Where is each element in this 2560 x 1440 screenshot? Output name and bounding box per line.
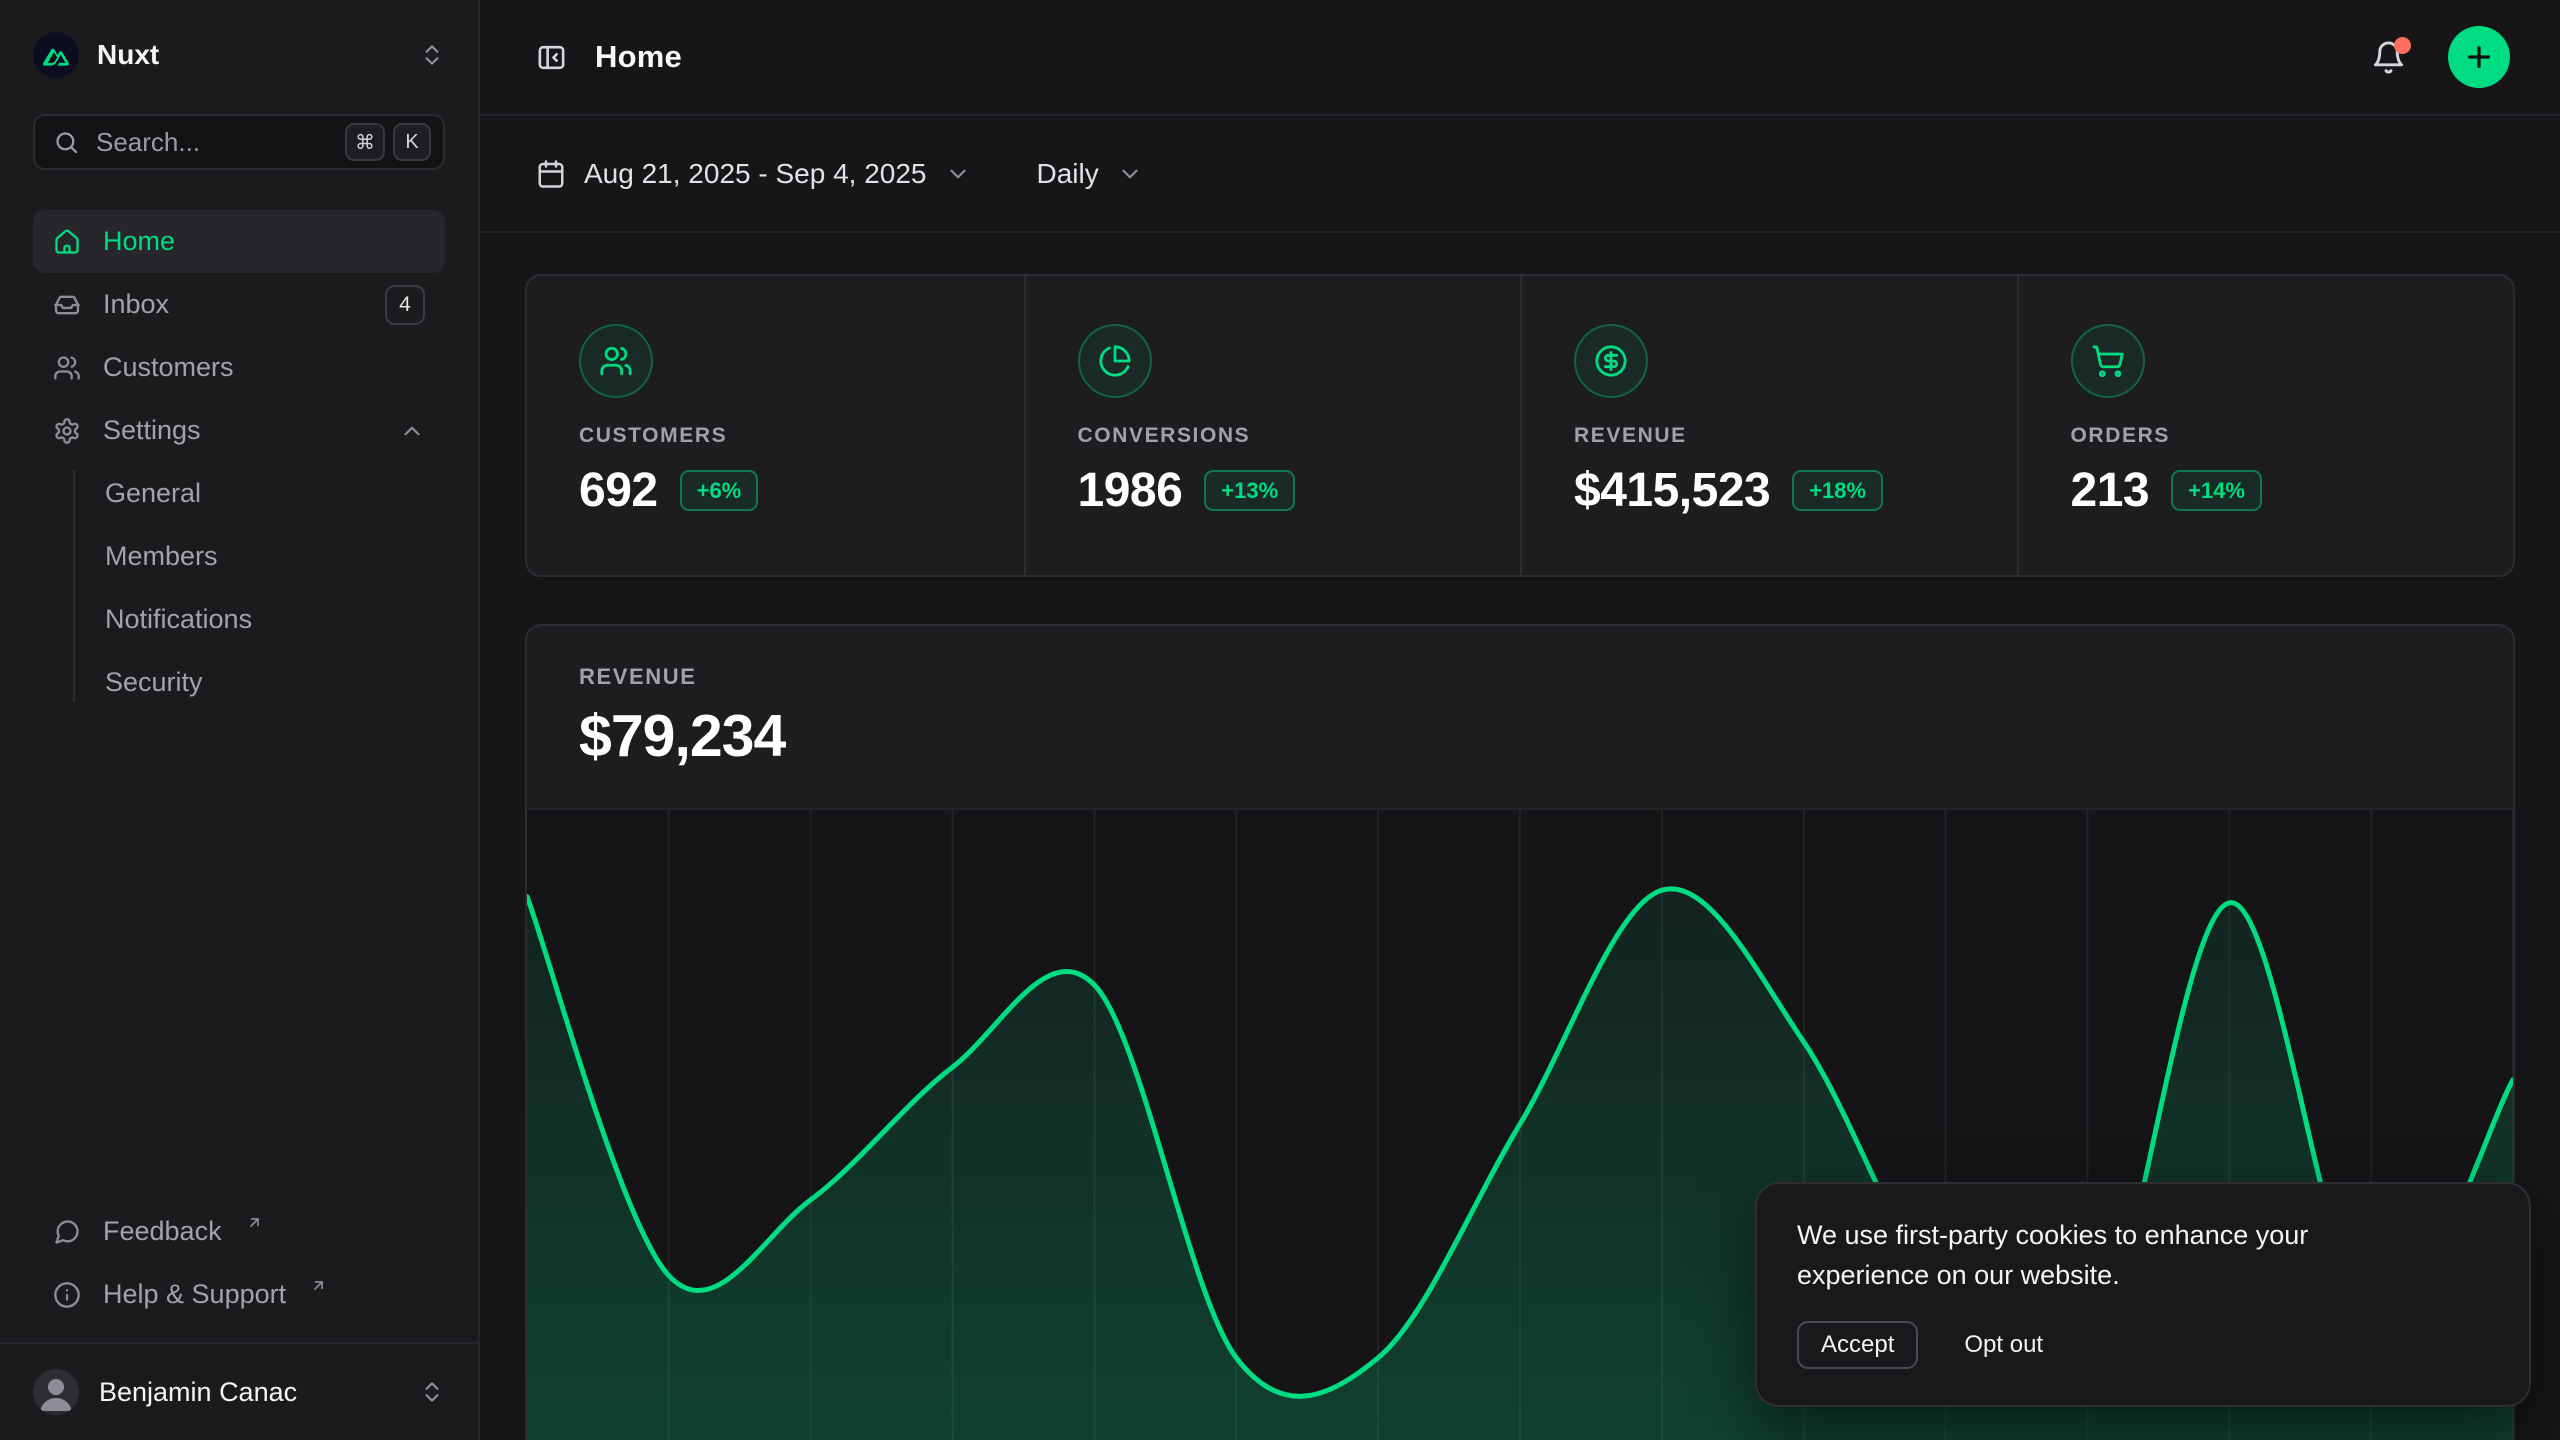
sidebar-item-label: Home: [103, 226, 175, 257]
sidebar-item-help-support[interactable]: Help & Support: [33, 1263, 445, 1326]
stat-label: CUSTOMERS: [579, 424, 727, 448]
sidebar-item-customers[interactable]: Customers: [33, 336, 445, 399]
sidebar-item-label: Settings: [103, 415, 201, 446]
sub-item-label: Notifications: [105, 604, 252, 635]
granularity-label: Daily: [1037, 158, 1099, 190]
stat-revenue[interactable]: REVENUE $415,523 +18%: [1520, 276, 2017, 575]
inbox-icon: [53, 291, 81, 319]
stat-value: 692: [579, 463, 658, 518]
filterbar: Aug 21, 2025 - Sep 4, 2025 Daily: [480, 116, 2560, 233]
workspace-name: Nuxt: [97, 39, 159, 71]
settings-subnav: General Members Notifications Security: [33, 462, 445, 714]
sub-item-label: General: [105, 478, 201, 509]
page-title: Home: [595, 39, 682, 75]
sidebar-footer: Feedback Help & Support: [33, 1200, 445, 1326]
sidebar-nav: Home Inbox 4 Customers Settings: [33, 210, 445, 714]
sidebar-item-settings[interactable]: Settings: [33, 399, 445, 462]
chevron-down-icon: [1117, 161, 1143, 187]
kbd-k: K: [393, 123, 431, 161]
stats-card: CUSTOMERS 692 +6% CONVERSIONS 1986 +13%: [525, 274, 2515, 577]
sub-item-label: Members: [105, 541, 218, 572]
stat-value: 1986: [1078, 463, 1183, 518]
chevron-down-icon: [945, 161, 971, 187]
stat-delta-badge: +6%: [680, 470, 759, 511]
optout-cookies-button[interactable]: Opt out: [1964, 1331, 2043, 1359]
cookie-message: We use first-party cookies to enhance yo…: [1797, 1216, 2447, 1295]
sidebar-item-members[interactable]: Members: [33, 525, 445, 588]
users-icon: [579, 324, 653, 398]
stat-value: 213: [2071, 463, 2150, 518]
calendar-icon: [536, 159, 566, 189]
external-link-icon: [246, 1214, 263, 1231]
stat-label: REVENUE: [1574, 424, 1687, 448]
shopping-cart-icon: [2071, 324, 2145, 398]
sidebar-item-notifications[interactable]: Notifications: [33, 588, 445, 651]
stat-label: ORDERS: [2071, 424, 2170, 448]
search-input[interactable]: Search... ⌘ K: [33, 114, 445, 170]
inbox-unread-badge: 4: [385, 285, 425, 325]
stat-orders[interactable]: ORDERS 213 +14%: [2017, 276, 2514, 575]
sidebar-item-label: Feedback: [103, 1216, 222, 1247]
stat-label: CONVERSIONS: [1078, 424, 1251, 448]
stat-conversions[interactable]: CONVERSIONS 1986 +13%: [1024, 276, 1521, 575]
stat-value: $415,523: [1574, 463, 1770, 518]
granularity-select[interactable]: Daily: [1037, 158, 1143, 190]
workspace-switcher[interactable]: Nuxt: [33, 26, 445, 84]
sidebar-item-security[interactable]: Security: [33, 651, 445, 714]
nuxt-logo: [33, 32, 79, 78]
circle-dollar-icon: [1574, 324, 1648, 398]
date-range-picker[interactable]: Aug 21, 2025 - Sep 4, 2025: [536, 158, 971, 190]
plus-icon: [2463, 41, 2495, 73]
sidebar-item-label: Customers: [103, 352, 234, 383]
sidebar-item-inbox[interactable]: Inbox 4: [33, 273, 445, 336]
chevrons-up-down-icon: [419, 1379, 445, 1405]
info-circle-icon: [53, 1281, 81, 1309]
panel-left-close-icon: [536, 42, 567, 73]
notifications-button[interactable]: [2371, 40, 2406, 75]
notification-dot: [2394, 37, 2411, 54]
user-menu[interactable]: Benjamin Canac: [0, 1342, 478, 1440]
add-button[interactable]: [2448, 26, 2510, 88]
collapse-sidebar-button[interactable]: [536, 42, 567, 73]
sub-item-label: Security: [105, 667, 203, 698]
date-range-label: Aug 21, 2025 - Sep 4, 2025: [584, 158, 927, 190]
external-link-icon: [310, 1277, 327, 1294]
stat-delta-badge: +13%: [1204, 470, 1295, 511]
sidebar-item-home[interactable]: Home: [33, 210, 445, 273]
avatar: [33, 1369, 79, 1415]
stat-customers[interactable]: CUSTOMERS 692 +6%: [527, 276, 1024, 575]
user-name: Benjamin Canac: [99, 1377, 297, 1408]
search-icon: [53, 129, 80, 156]
sidebar-item-general[interactable]: General: [33, 462, 445, 525]
revenue-header: REVENUE $79,234: [527, 626, 2513, 808]
accept-cookies-button[interactable]: Accept: [1797, 1321, 1918, 1369]
search-placeholder: Search...: [96, 127, 200, 158]
stat-delta-badge: +14%: [2171, 470, 2262, 511]
home-icon: [53, 228, 81, 256]
topbar: Home: [480, 0, 2560, 116]
sidebar-item-label: Help & Support: [103, 1279, 286, 1310]
sidebar: Nuxt Search... ⌘ K Home: [0, 0, 480, 1440]
gear-icon: [53, 417, 81, 445]
pie-chart-icon: [1078, 324, 1152, 398]
stat-delta-badge: +18%: [1792, 470, 1883, 511]
users-icon: [53, 354, 81, 382]
topbar-actions: [2371, 26, 2510, 88]
cookie-banner: We use first-party cookies to enhance yo…: [1755, 1182, 2531, 1407]
revenue-chart-label: REVENUE: [579, 664, 2461, 690]
kbd-cmd: ⌘: [345, 123, 385, 161]
revenue-chart-value: $79,234: [579, 702, 2461, 770]
sidebar-item-label: Inbox: [103, 289, 169, 320]
sidebar-item-feedback[interactable]: Feedback: [33, 1200, 445, 1263]
chevron-up-icon: [399, 418, 425, 444]
chevrons-up-down-icon: [419, 42, 445, 68]
speech-bubble-icon: [53, 1218, 81, 1246]
search-shortcut: ⌘ K: [345, 123, 431, 161]
cookie-actions: Accept Opt out: [1797, 1321, 2489, 1369]
